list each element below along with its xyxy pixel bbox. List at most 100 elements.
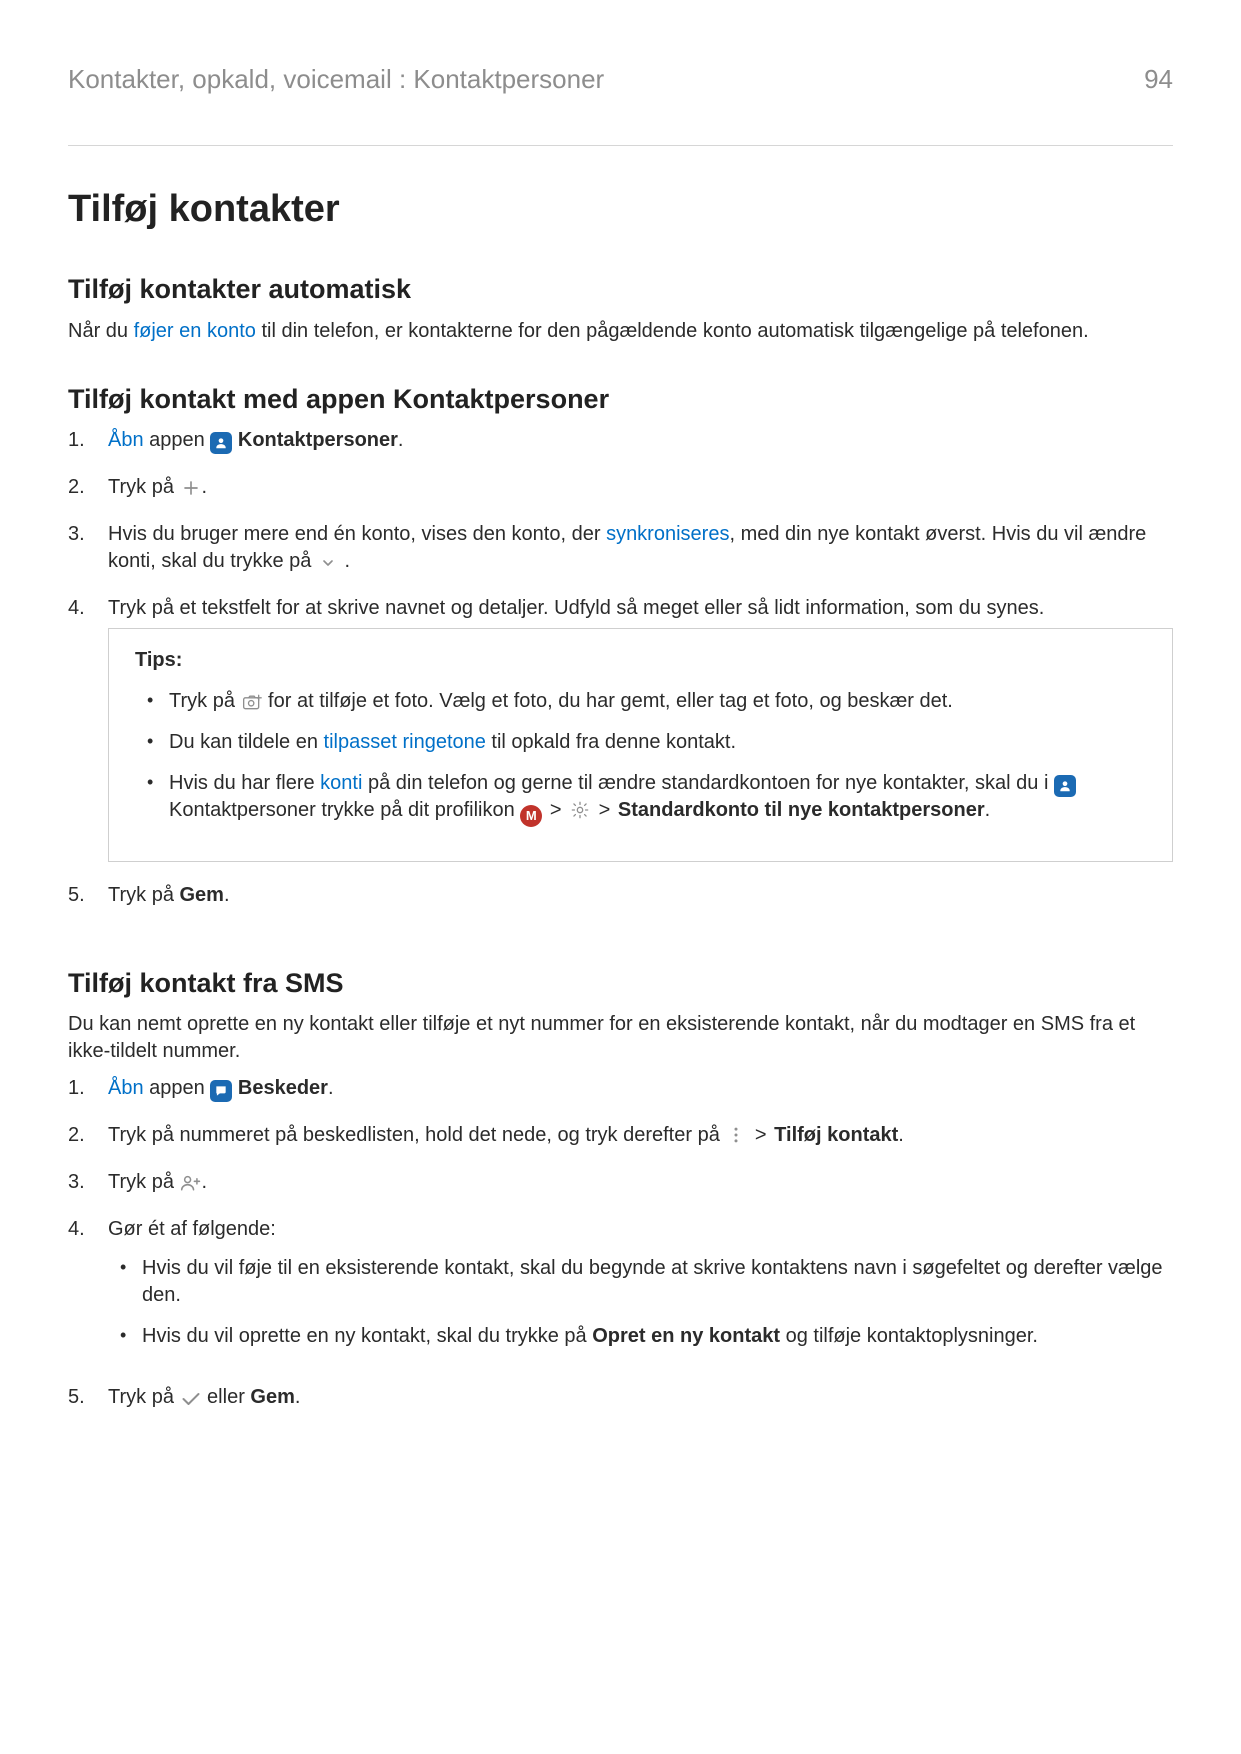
text: til opkald fra denne kontakt. bbox=[486, 731, 736, 753]
check-icon bbox=[180, 1388, 202, 1410]
step-number: 1. bbox=[68, 1075, 96, 1102]
step-item: 5. Tryk på eller Gem. bbox=[68, 1384, 1173, 1431]
more-vert-icon bbox=[725, 1124, 747, 1146]
text: . bbox=[985, 799, 991, 821]
text: . bbox=[202, 476, 208, 498]
text: M bbox=[526, 807, 537, 825]
page-header: Kontakter, opkald, voicemail : Kontaktpe… bbox=[68, 62, 1173, 97]
text: . bbox=[202, 1171, 208, 1193]
tips-box: Tips: Tryk på for at tilføje et foto. Væ… bbox=[108, 628, 1173, 862]
person-add-icon bbox=[180, 1172, 202, 1194]
paragraph-sms-intro: Du kan nemt oprette en ny kontakt eller … bbox=[68, 1011, 1173, 1065]
step-number: 4. bbox=[68, 1216, 96, 1243]
substep-item: Hvis du vil oprette en ny kontakt, skal … bbox=[108, 1323, 1173, 1364]
messages-app-icon bbox=[210, 1080, 232, 1102]
text: til din telefon, er kontakterne for den … bbox=[256, 320, 1089, 342]
text: Kontaktpersoner trykke på dit profilikon bbox=[169, 799, 520, 821]
text: Hvis du bruger mere end én konto, vises … bbox=[108, 523, 606, 545]
app-name-messages: Beskeder bbox=[238, 1077, 328, 1099]
step-item: 1. Åbn appen Beskeder. bbox=[68, 1075, 1173, 1122]
step-item: 1. Åbn appen Kontaktpersoner. bbox=[68, 427, 1173, 474]
header-rule bbox=[68, 145, 1173, 146]
bold-text: Gem bbox=[250, 1386, 294, 1408]
step-number: 3. bbox=[68, 1169, 96, 1196]
text: Tryk på bbox=[169, 690, 241, 712]
steps-sms: 1. Åbn appen Beskeder. 2. Tryk på nummer… bbox=[68, 1075, 1173, 1431]
tips-list: Tryk på for at tilføje et foto. Vælg et … bbox=[135, 688, 1150, 841]
link-accounts[interactable]: konti bbox=[320, 772, 362, 794]
text: Du kan tildele en bbox=[169, 731, 324, 753]
section-heading-auto: Tilføj kontakter automatisk bbox=[68, 271, 1173, 307]
substeps: Hvis du vil føje til en eksisterende kon… bbox=[108, 1255, 1173, 1364]
page-title: Tilføj kontakter bbox=[68, 184, 1173, 235]
tips-item: Tryk på for at tilføje et foto. Vælg et … bbox=[135, 688, 1150, 729]
step-item: 3. Hvis du bruger mere end én konto, vis… bbox=[68, 521, 1173, 595]
contacts-app-icon bbox=[210, 432, 232, 454]
app-name-contacts: Kontaktpersoner bbox=[238, 429, 398, 451]
step-item: 5. Tryk på Gem. bbox=[68, 882, 1173, 929]
text: appen bbox=[144, 429, 211, 451]
text: Når du bbox=[68, 320, 134, 342]
document-page: Kontakter, opkald, voicemail : Kontaktpe… bbox=[0, 0, 1241, 1754]
link-open[interactable]: Åbn bbox=[108, 429, 144, 451]
text: Tryk på bbox=[108, 1171, 180, 1193]
page-number: 94 bbox=[1144, 62, 1173, 97]
text: Tryk på bbox=[108, 884, 180, 906]
text: Tryk på nummeret på beskedlisten, hold d… bbox=[108, 1124, 725, 1146]
text: . bbox=[898, 1124, 904, 1146]
breadcrumb: Kontakter, opkald, voicemail : Kontaktpe… bbox=[68, 62, 604, 97]
text: Tryk på bbox=[108, 1386, 180, 1408]
text: på din telefon og gerne til ændre standa… bbox=[362, 772, 1054, 794]
step-number: 2. bbox=[68, 1122, 96, 1149]
step-item: 3. Tryk på . bbox=[68, 1169, 1173, 1216]
bold-text: Standardkonto til nye kontaktpersoner bbox=[618, 799, 985, 821]
step-item: 2. Tryk på . bbox=[68, 474, 1173, 521]
text: Hvis du har flere bbox=[169, 772, 320, 794]
step-number: 2. bbox=[68, 474, 96, 501]
step-number: 3. bbox=[68, 521, 96, 548]
text: og tilføje kontaktoplysninger. bbox=[780, 1325, 1038, 1347]
step-item: 4. Tryk på et tekstfelt for at skrive na… bbox=[68, 595, 1173, 882]
bold-text: Gem bbox=[180, 884, 224, 906]
text: appen bbox=[144, 1077, 211, 1099]
step-item: 4. Gør ét af følgende: Hvis du vil føje … bbox=[68, 1216, 1173, 1384]
tips-item: Hvis du har flere konti på din telefon o… bbox=[135, 770, 1150, 841]
link-ringtone[interactable]: tilpasset ringetone bbox=[324, 731, 486, 753]
chevron-sep: > bbox=[749, 1124, 772, 1146]
tips-item: Du kan tildele en tilpasset ringetone ti… bbox=[135, 729, 1150, 770]
link-add-account[interactable]: føjer en konto bbox=[134, 320, 256, 342]
section-heading-sms: Tilføj kontakt fra SMS bbox=[68, 965, 1173, 1001]
profile-initial-icon: M bbox=[520, 805, 542, 827]
step-number: 1. bbox=[68, 427, 96, 454]
substep-item: Hvis du vil føje til en eksisterende kon… bbox=[108, 1255, 1173, 1323]
step-item: 2. Tryk på nummeret på beskedlisten, hol… bbox=[68, 1122, 1173, 1169]
section-heading-app: Tilføj kontakt med appen Kontaktpersoner bbox=[68, 381, 1173, 417]
step-number: 5. bbox=[68, 1384, 96, 1411]
text: . bbox=[339, 550, 350, 572]
text: for at tilføje et foto. Vælg et foto, du… bbox=[263, 690, 953, 712]
text: . bbox=[224, 884, 230, 906]
steps-app: 1. Åbn appen Kontaktpersoner. 2. Tryk på… bbox=[68, 427, 1173, 929]
tips-label: Tips: bbox=[135, 647, 1150, 674]
text: Gør ét af følgende: bbox=[108, 1218, 276, 1240]
text: . bbox=[295, 1386, 301, 1408]
link-sync[interactable]: synkroniseres bbox=[606, 523, 729, 545]
chevron-sep: > bbox=[544, 799, 567, 821]
text: . bbox=[398, 429, 404, 451]
text: . bbox=[328, 1077, 334, 1099]
bold-text: Tilføj kontakt bbox=[774, 1124, 898, 1146]
bold-text: Opret en ny kontakt bbox=[592, 1325, 780, 1347]
contacts-app-icon bbox=[1054, 775, 1076, 797]
plus-icon bbox=[180, 477, 202, 499]
chevron-sep: > bbox=[593, 799, 616, 821]
step-number: 4. bbox=[68, 595, 96, 622]
camera-add-icon bbox=[241, 691, 263, 713]
gear-icon bbox=[569, 799, 591, 821]
paragraph-auto: Når du føjer en konto til din telefon, e… bbox=[68, 318, 1173, 345]
text: Tryk på et tekstfelt for at skrive navne… bbox=[108, 597, 1044, 619]
link-open[interactable]: Åbn bbox=[108, 1077, 144, 1099]
text: Hvis du vil oprette en ny kontakt, skal … bbox=[142, 1325, 592, 1347]
text: eller bbox=[202, 1386, 251, 1408]
text: Tryk på bbox=[108, 476, 180, 498]
chevron-down-icon bbox=[317, 552, 339, 574]
